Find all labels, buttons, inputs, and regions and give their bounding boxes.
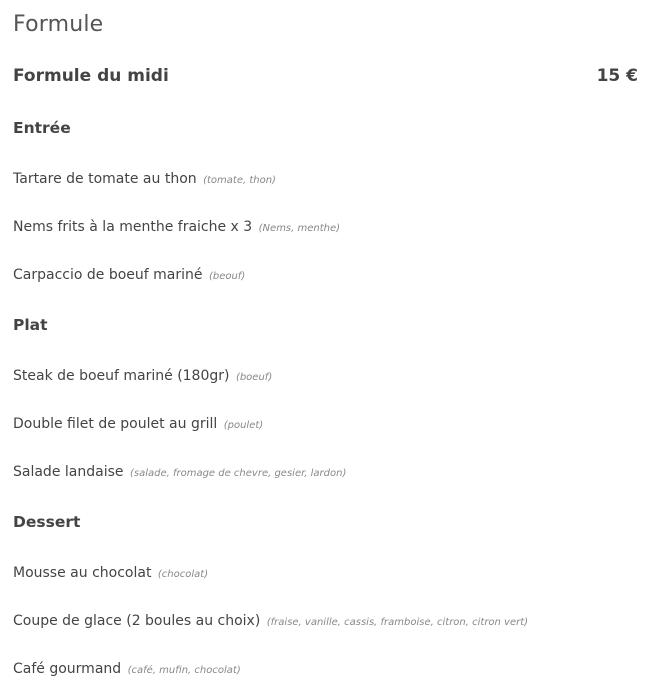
- formula-header: Formule du midi 15 €: [13, 66, 638, 90]
- dish-ingredients: (chocolat): [157, 569, 209, 580]
- dish-item: Café gourmand (café, mufin, chocolat): [13, 661, 241, 677]
- dish-item: Double filet de poulet au grill (poulet): [13, 416, 263, 432]
- dish-name: Coupe de glace (2 boules au choix): [13, 613, 261, 629]
- dish-name: Tartare de tomate au thon: [13, 171, 197, 187]
- dish-ingredients: (café, mufin, chocolat): [127, 665, 241, 676]
- formula-name: Formule du midi: [13, 66, 169, 86]
- course-title-dessert: Dessert: [13, 513, 81, 531]
- dish-name: Mousse au chocolat: [13, 565, 152, 581]
- dish-ingredients: (tomate, thon): [203, 175, 276, 186]
- dish-ingredients: (Nems, menthe): [258, 223, 341, 234]
- dish-name: Nems frits à la menthe fraiche x 3: [13, 219, 253, 235]
- course-title-plat: Plat: [13, 316, 48, 334]
- dish-item: Mousse au chocolat (chocolat): [13, 565, 208, 581]
- dish-ingredients: (beouf): [208, 271, 246, 282]
- dish-item: Carpaccio de boeuf mariné (beouf): [13, 267, 245, 283]
- formula-price: 15 €: [596, 66, 638, 86]
- dish-ingredients: (fraise, vanille, cassis, framboise, cit…: [266, 617, 529, 628]
- dish-name: Café gourmand: [13, 661, 122, 677]
- dish-name: Carpaccio de boeuf mariné: [13, 267, 203, 283]
- dish-ingredients: (poulet): [223, 420, 264, 431]
- dish-item: Nems frits à la menthe fraiche x 3 (Nems…: [13, 219, 340, 235]
- dish-ingredients: (boeuf): [235, 372, 273, 383]
- dish-item: Coupe de glace (2 boules au choix) (frai…: [13, 613, 528, 629]
- dish-ingredients: (salade, fromage de chevre, gesier, lard…: [129, 468, 347, 479]
- dish-name: Salade landaise: [13, 464, 124, 480]
- dish-item: Tartare de tomate au thon (tomate, thon): [13, 171, 276, 187]
- course-title-entree: Entrée: [13, 119, 71, 137]
- dish-name: Steak de boeuf mariné (180gr): [13, 368, 230, 384]
- dish-item: Salade landaise (salade, fromage de chev…: [13, 464, 346, 480]
- dish-name: Double filet de poulet au grill: [13, 416, 218, 432]
- dish-item: Steak de boeuf mariné (180gr) (boeuf): [13, 368, 272, 384]
- section-title: Formule: [13, 12, 104, 37]
